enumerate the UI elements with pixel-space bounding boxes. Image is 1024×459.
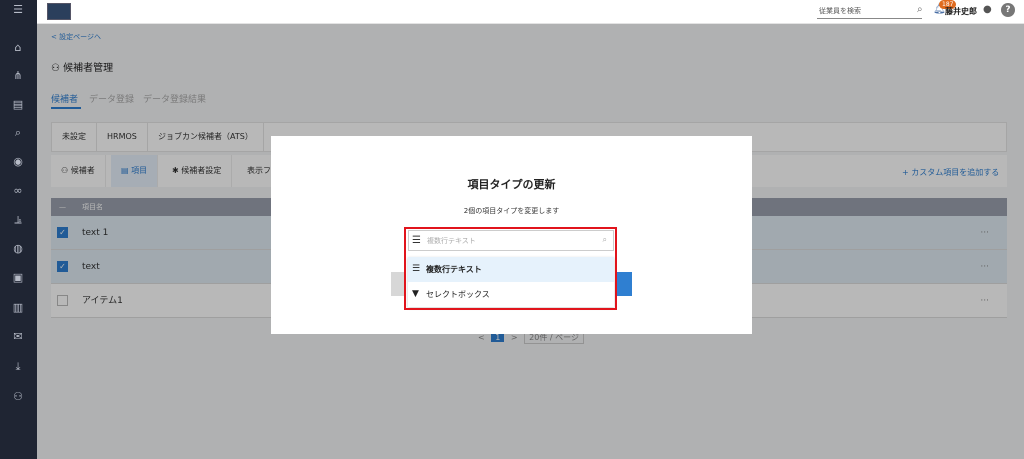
chat-icon[interactable]: ◉ [9, 154, 27, 170]
chart-icon[interactable]: ⫡ [9, 212, 27, 228]
employee-search-input[interactable]: 従業員を検索 [817, 5, 922, 19]
download-icon[interactable]: ⤓ [9, 359, 27, 375]
menu-icon[interactable]: ☰ [9, 2, 27, 18]
top-bar: 従業員を検索 ⌕ 🔔︎ 187 藤井史郎 ● ? [37, 0, 1024, 24]
mail-icon[interactable]: ✉ [9, 329, 27, 345]
user-name[interactable]: 藤井史郎 [945, 6, 977, 17]
org-chart-icon[interactable]: ⋔ [9, 68, 27, 84]
search-icon[interactable]: ⌕ [917, 4, 923, 15]
user-settings-icon[interactable]: ⚇ [9, 389, 27, 405]
book-icon[interactable]: ▥ [9, 300, 27, 316]
home-icon[interactable]: ⌂ [9, 40, 27, 56]
update-button[interactable] [617, 272, 632, 296]
user-icon[interactable]: ● [983, 4, 992, 15]
document-icon[interactable]: ▤ [9, 97, 27, 113]
help-icon[interactable]: ? [1001, 3, 1015, 17]
company-logo[interactable] [47, 3, 71, 20]
link-icon[interactable]: ∞ [9, 183, 27, 199]
highlight-frame [404, 227, 617, 310]
modal-title: 項目タイプの更新 [467, 178, 556, 191]
cancel-button[interactable] [391, 272, 405, 296]
search-icon[interactable]: ⌕ [9, 125, 27, 141]
globe-icon[interactable]: ◍ [9, 241, 27, 257]
id-card-icon[interactable]: ▣ [9, 270, 27, 286]
modal-description: 2個の項目タイプを変更します [463, 207, 560, 215]
sidebar: ☰ ⌂ ⋔ ▤ ⌕ ◉ ∞ ⫡ ◍ ▣ ▥ ✉ ⤓ ⚇ [0, 0, 37, 459]
